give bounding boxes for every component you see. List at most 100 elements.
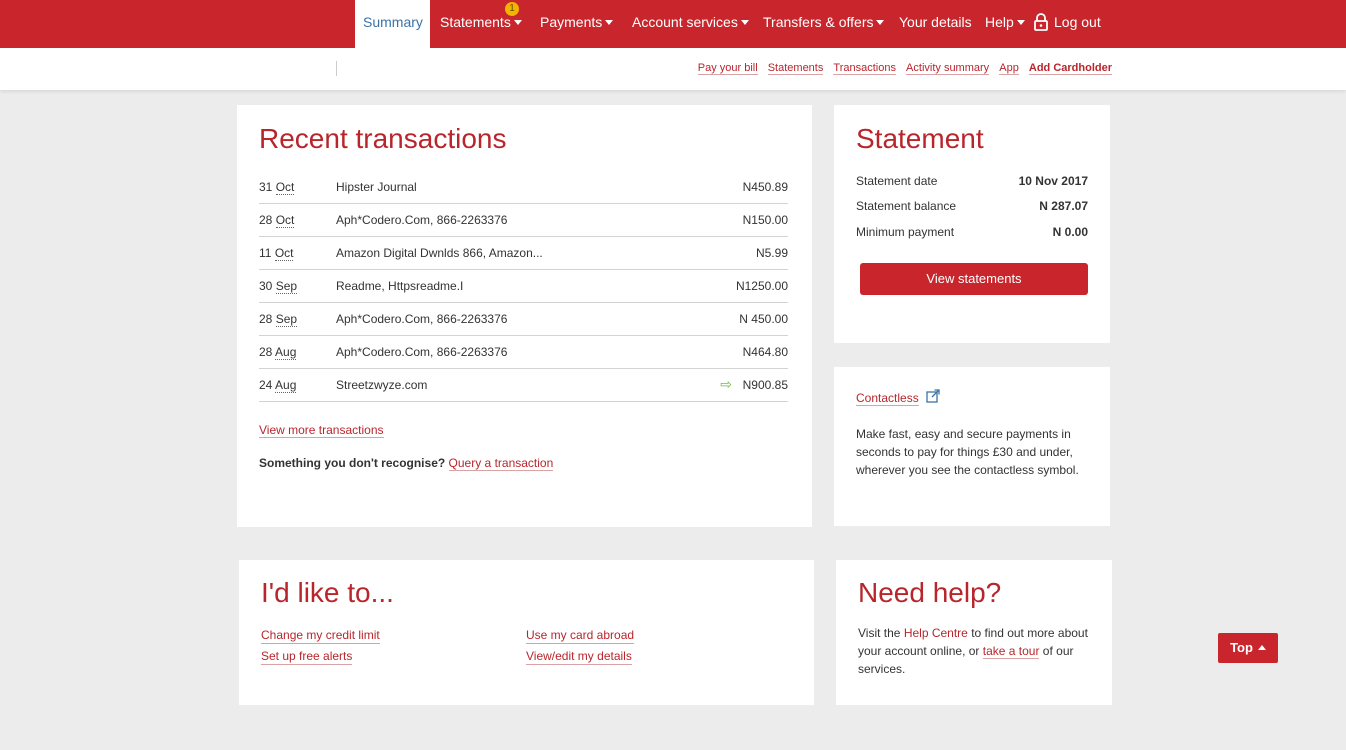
transaction-row[interactable]: 28 Sep Aph*Codero.Com, 866-2263376 N 450.0… [259, 303, 788, 336]
logout-label: Log out [1054, 14, 1101, 30]
transaction-description: Amazon Digital Dwnlds 866, Amazon... [336, 246, 543, 260]
top-navigation: Summary Statements 1 Payments Account se… [0, 0, 1346, 48]
logout-button[interactable]: Log out [1034, 0, 1101, 48]
quick-links: Pay your bill Statements Transactions Ac… [691, 62, 1112, 75]
use-card-abroad-link[interactable]: Use my card abroad [526, 628, 635, 644]
transaction-description: Aph*Codero.Com, 866-2263376 [336, 312, 508, 326]
nav-your-details-label: Your details [899, 14, 972, 30]
help-centre-link[interactable]: Help Centre [904, 626, 968, 640]
transaction-amount: N 450.00 [739, 312, 788, 326]
transaction-day: 11 [259, 246, 272, 260]
nav-statements-label: Statements [440, 14, 511, 30]
transaction-day: 24 [259, 378, 273, 392]
transaction-month: Oct [274, 246, 294, 261]
back-to-top-button[interactable]: Top [1218, 633, 1278, 663]
take-tour-link[interactable]: take a tour [982, 644, 1040, 659]
minimum-payment-value: N 0.00 [1052, 225, 1088, 239]
need-help-card: Need help? Visit the Help Centre to find… [836, 560, 1112, 705]
transaction-description: Hipster Journal [336, 180, 417, 194]
transaction-month: Sep [275, 279, 298, 294]
back-to-top-label: Top [1230, 640, 1253, 655]
id-like-to-title: I'd like to... [261, 577, 394, 608]
transaction-row[interactable]: 30 Sep Readme, Httpsreadme.I N1250.00 [259, 270, 788, 303]
transaction-amount: N450.89 [742, 180, 788, 194]
query-prompt: Something you don't recognise? [259, 456, 446, 470]
set-up-alerts-link[interactable]: Set up free alerts [261, 649, 353, 665]
transactions-table: 31 Oct Hipster Journal N450.89 28 Oct Aph*Co… [259, 171, 788, 402]
view-statements-button[interactable]: View statements [860, 263, 1088, 295]
chevron-down-icon [513, 20, 522, 25]
transaction-row[interactable]: 28 Oct Aph*Codero.Com, 866-2263376 N150.00 [259, 204, 788, 237]
add-cardholder-link[interactable]: Add Cardholder [1028, 62, 1112, 75]
transaction-day: 28 [259, 312, 273, 326]
transaction-row[interactable]: 31 Oct Hipster Journal N450.89 [259, 171, 788, 204]
transaction-description: Streetzwyze.com [336, 378, 428, 392]
transaction-description: Aph*Codero.Com, 866-2263376 [336, 213, 508, 227]
minimum-payment-label: Minimum payment [856, 225, 955, 239]
transaction-description: Readme, Httpsreadme.I [336, 279, 464, 293]
pay-bill-link[interactable]: Pay your bill [697, 62, 758, 75]
transaction-row[interactable]: 24 Aug Streetzwyze.com ⇨ N900.85 [259, 369, 788, 402]
nav-help[interactable]: Help [985, 0, 1025, 48]
sub-navigation: Pay your bill Statements Transactions Ac… [0, 48, 1346, 90]
nav-transfers-label: Transfers & offers [763, 14, 874, 30]
query-section: Something you don't recognise? Query a t… [259, 456, 554, 471]
transaction-month: Aug [275, 378, 297, 393]
contactless-description: Make fast, easy and secure payments in s… [856, 427, 1079, 477]
nav-statements[interactable]: Statements 1 [440, 0, 522, 48]
transaction-month: Oct [275, 180, 295, 195]
minimum-payment-row: Minimum payment N 0.00 [856, 225, 1088, 239]
view-edit-details-link[interactable]: View/edit my details [526, 649, 632, 665]
lock-icon [1034, 13, 1048, 31]
like-column-left: Change my credit limit Set up free alert… [261, 626, 380, 668]
transaction-date: 31 Oct [259, 180, 295, 195]
transaction-date: 24 Aug [259, 378, 297, 393]
like-column-right: Use my card abroad View/edit my details [526, 626, 635, 668]
transaction-description: Aph*Codero.Com, 866-2263376 [336, 345, 508, 359]
statement-date-label: Statement date [856, 174, 938, 188]
statement-balance-value: N 287.07 [1039, 199, 1088, 213]
app-link[interactable]: App [999, 62, 1019, 75]
nav-your-details[interactable]: Your details [899, 0, 972, 48]
transaction-date: 28 Aug [259, 345, 297, 360]
nav-transfers-offers[interactable]: Transfers & offers [763, 0, 885, 48]
transaction-row[interactable]: 11 Oct Amazon Digital Dwnlds 866, Amazon.… [259, 237, 788, 270]
contactless-link[interactable]: Contactless [856, 391, 919, 406]
transaction-date: 28 Sep [259, 312, 298, 327]
statement-balance-row: Statement balance N 287.07 [856, 199, 1088, 213]
external-link-icon[interactable] [926, 389, 940, 403]
chevron-up-icon [1257, 645, 1266, 650]
nav-summary[interactable]: Summary [355, 0, 430, 48]
chevron-down-icon [605, 20, 614, 25]
statement-card: Statement Statement date 10 Nov 2017 Sta… [834, 105, 1110, 343]
query-transaction-link[interactable]: Query a transaction [448, 456, 554, 471]
activity-summary-link[interactable]: Activity summary [906, 62, 990, 75]
transaction-date: 11 Oct [259, 246, 294, 261]
transaction-day: 28 [259, 345, 273, 359]
nav-summary-label: Summary [363, 14, 423, 30]
statement-balance-label: Statement balance [856, 199, 957, 213]
transaction-day: 28 [259, 213, 273, 227]
transaction-amount: N150.00 [742, 213, 788, 227]
nav-payments[interactable]: Payments [540, 0, 614, 48]
transaction-date: 28 Oct [259, 213, 295, 228]
divider [336, 61, 337, 76]
transaction-row[interactable]: 28 Aug Aph*Codero.Com, 866-2263376 N464.80 [259, 336, 788, 369]
transactions-link[interactable]: Transactions [833, 62, 896, 75]
nav-payments-label: Payments [540, 14, 603, 30]
nav-account-services-label: Account services [632, 14, 738, 30]
change-credit-limit-link[interactable]: Change my credit limit [261, 628, 380, 644]
help-text: Visit the Help Centre to find out more a… [858, 624, 1098, 678]
view-more-transactions-link[interactable]: View more transactions [259, 423, 384, 438]
transaction-month: Aug [275, 345, 297, 360]
transaction-amount: N900.85 [742, 378, 788, 392]
nav-help-label: Help [985, 14, 1014, 30]
recent-transactions-card: Recent transactions 31 Oct Hipster Journa… [237, 105, 812, 527]
statements-link[interactable]: Statements [767, 62, 824, 75]
transaction-amount: N464.80 [742, 345, 788, 359]
statement-date-row: Statement date 10 Nov 2017 [856, 174, 1088, 188]
need-help-title: Need help? [858, 577, 1002, 608]
nav-account-services[interactable]: Account services [632, 0, 749, 48]
statement-date-value: 10 Nov 2017 [1018, 174, 1088, 188]
arrow-right-icon[interactable]: ⇨ [720, 376, 732, 393]
